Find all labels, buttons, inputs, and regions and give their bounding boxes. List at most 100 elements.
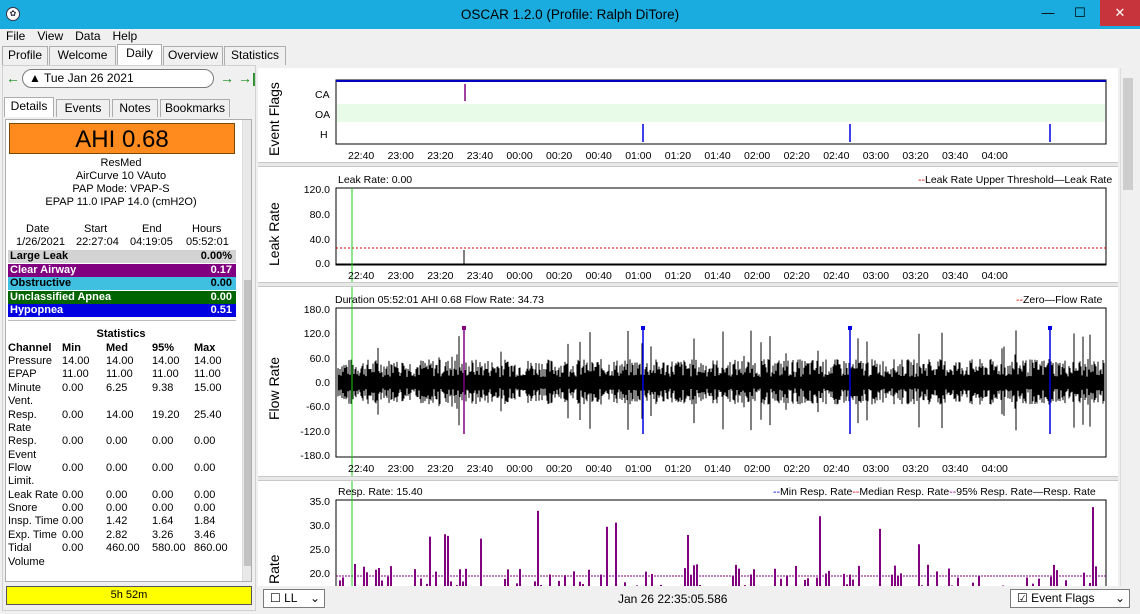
time-tick: 03:20	[902, 270, 929, 282]
time-tick: 23:20	[427, 270, 454, 282]
tab-profile[interactable]: Profile	[2, 46, 48, 65]
machine-brand: ResMed	[100, 157, 142, 169]
stat-value: 19.20	[152, 408, 180, 421]
tab-notes[interactable]: Notes	[112, 99, 158, 117]
event-value: 0.00	[210, 277, 232, 289]
time-tick: 03:40	[942, 150, 969, 162]
flow-legend-rate: Flow Rate	[1055, 294, 1103, 306]
time-tick: 22:40	[348, 270, 375, 282]
resp-rate-label: Rate	[266, 554, 282, 584]
leak-legend-rate: Leak Rate	[1064, 174, 1113, 186]
time-tick: 01:20	[664, 270, 692, 282]
y-tick: 40.0	[309, 234, 330, 246]
tab-overview[interactable]: Overview	[163, 46, 223, 65]
stat-channel: EPAP	[8, 368, 37, 381]
y-tick: 35.0	[309, 496, 330, 508]
time-tick: 00:00	[506, 150, 533, 162]
stat-value: 0.00	[194, 435, 216, 448]
tab-bookmarks[interactable]: Bookmarks	[160, 99, 230, 117]
time-tick: 00:40	[585, 463, 612, 475]
session-header-hours: Hours	[192, 223, 222, 235]
event-name: Clear Airway	[10, 263, 77, 276]
menu-view[interactable]: View	[31, 29, 69, 43]
stat-value: 0.00	[62, 381, 84, 394]
stat-value: 3.26	[152, 528, 174, 541]
window-title: OSCAR 1.2.0 (Profile: Ralph DiTore)	[460, 7, 680, 22]
graph-scrollbar[interactable]	[1120, 68, 1134, 586]
session-start: 22:27:04	[76, 236, 119, 248]
stat-value: 1.42	[106, 515, 128, 528]
menu-file[interactable]: File	[0, 29, 31, 43]
tab-statistics[interactable]: Statistics	[224, 46, 286, 65]
time-tick: 02:00	[744, 150, 771, 162]
resp-legend-min: Min Resp. Rate	[780, 486, 853, 498]
stat-header: Channel	[8, 342, 52, 354]
graph-area: Event Flags Leak Rate Flow Rate Rate CA …	[258, 68, 1118, 586]
time-tick: 03:20	[902, 150, 929, 162]
menu-help[interactable]: Help	[107, 29, 144, 43]
session-date: 1/26/2021	[16, 236, 65, 248]
resp-frame	[335, 499, 1107, 586]
stat-value: 9.38	[152, 381, 174, 394]
stat-value: 1.84	[194, 515, 216, 528]
stat-value: 0.00	[106, 488, 128, 501]
minimize-button[interactable]: —	[1035, 4, 1061, 24]
stat-value: 14.00	[194, 355, 222, 367]
y-tick: 30.0	[309, 520, 330, 532]
tab-details[interactable]: Details	[4, 97, 54, 117]
time-tick: 04:00	[981, 463, 1008, 475]
close-button[interactable]: ✕	[1100, 0, 1140, 26]
leak-frame	[335, 187, 1107, 266]
leak-caption: Leak Rate: 0.00	[338, 174, 413, 186]
stat-value: 0.00	[62, 461, 84, 474]
time-tick: 02:40	[823, 463, 850, 475]
time-tick: 00:20	[546, 150, 573, 162]
resp-legend-rate: Resp. Rate	[1043, 486, 1096, 498]
session-hours: 05:52:01	[186, 236, 229, 248]
tab-welcome[interactable]: Welcome	[49, 46, 116, 65]
stat-value: 0.00	[152, 488, 174, 501]
stat-value: 11.00	[106, 368, 133, 381]
graph-separator[interactable]	[258, 282, 1118, 287]
flow-legend: --Zero—Flow Rate	[1016, 294, 1103, 306]
time-tick: 03:40	[942, 270, 969, 282]
y-tick: 0.0	[315, 258, 330, 270]
details-pane: AHI 0.68 ResMed AirCurve 10 VAuto PAP Mo…	[5, 119, 252, 582]
event-flags-select[interactable]: ☑ Event Flags ⌄	[1010, 589, 1130, 608]
session-header-start: Start	[84, 223, 108, 235]
stat-channel: Minute Vent.	[8, 381, 42, 408]
time-tick: 03:00	[862, 270, 890, 282]
tab-daily[interactable]: Daily	[117, 44, 162, 65]
last-day-arrow-icon[interactable]: →|	[238, 70, 256, 86]
session-header-end: End	[142, 223, 162, 235]
stat-value: 0.00	[62, 408, 84, 421]
y-tick: 0.0	[315, 377, 330, 389]
time-tick: 02:20	[783, 270, 810, 282]
graph-separator[interactable]	[258, 162, 1118, 167]
layout-select[interactable]: ☐ LL ⌄	[263, 589, 325, 608]
time-tick: 02:40	[823, 150, 850, 162]
maximize-button[interactable]: ☐	[1067, 4, 1093, 24]
scrollbar-thumb[interactable]	[244, 280, 251, 566]
stat-value: 15.00	[194, 381, 222, 394]
tab-events[interactable]: Events	[56, 99, 110, 117]
resp-caption: Resp. Rate: 15.40	[338, 486, 423, 498]
graph-scrollbar-thumb[interactable]	[1123, 78, 1133, 190]
graph-separator[interactable]	[258, 476, 1118, 481]
event-value: 0.00%	[200, 250, 232, 262]
stat-channel: Flow Limit.	[8, 461, 35, 488]
stat-header: 95%	[152, 342, 175, 354]
details-scrollbar[interactable]	[242, 120, 251, 581]
date-picker[interactable]: ▲ Tue Jan 26 2021	[22, 69, 214, 88]
cursor-timestamp: Jan 26 22:35:05.586	[618, 592, 728, 606]
flow-rate-label: Flow Rate	[266, 356, 282, 420]
time-tick: 02:20	[783, 150, 810, 162]
layout-value: LL	[284, 591, 298, 605]
stat-value: 14.00	[152, 355, 180, 367]
flag-h: H	[320, 129, 328, 141]
menu-data[interactable]: Data	[69, 29, 106, 43]
time-tick: 23:20	[427, 463, 454, 475]
next-day-arrow-icon[interactable]: →	[220, 70, 234, 86]
stat-channel: Insp. Time	[8, 515, 59, 528]
prev-day-arrow-icon[interactable]: ←	[6, 70, 20, 86]
